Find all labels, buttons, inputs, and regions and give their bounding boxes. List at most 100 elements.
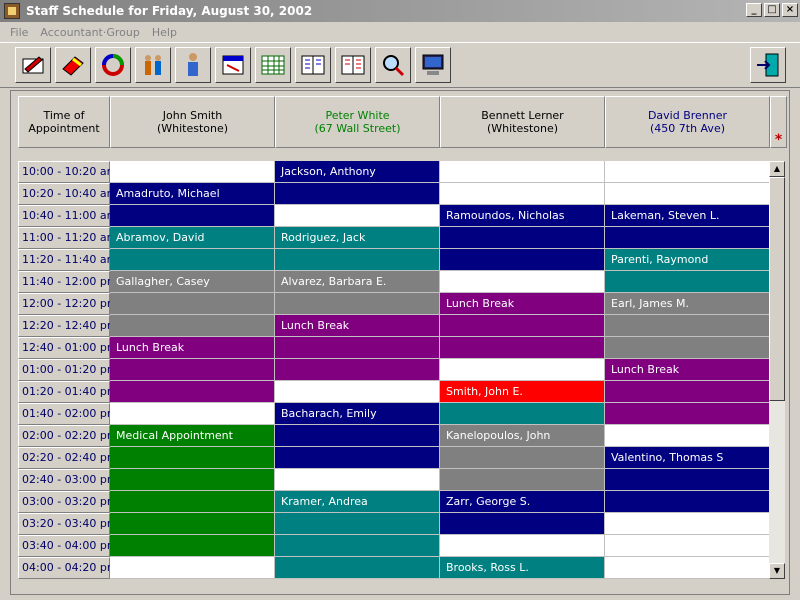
appointment-cell[interactable] (440, 447, 605, 469)
appointment-cell[interactable] (110, 513, 275, 535)
appointment-cell[interactable]: Smith, John E. (440, 381, 605, 403)
maximize-button[interactable]: □ (764, 3, 780, 17)
calendar-button[interactable] (215, 47, 251, 83)
appointment-cell[interactable]: Jackson, Anthony (275, 161, 440, 183)
appointment-cell[interactable] (440, 337, 605, 359)
scroll-down-icon[interactable]: ▼ (769, 563, 785, 579)
appointment-cell[interactable]: Zarr, George S. (440, 491, 605, 513)
appointment-cell[interactable]: Medical Appointment (110, 425, 275, 447)
header-staff-4[interactable]: David Brenner (450 7th Ave) (605, 96, 770, 148)
appointment-cell[interactable]: Gallagher, Casey (110, 271, 275, 293)
appointment-cell[interactable] (440, 227, 605, 249)
appointment-cell[interactable] (605, 381, 770, 403)
appointment-cell[interactable] (275, 381, 440, 403)
appointment-cell[interactable] (440, 403, 605, 425)
appointment-cell[interactable] (440, 183, 605, 205)
book-button[interactable] (295, 47, 331, 83)
appointment-cell[interactable] (275, 513, 440, 535)
appointment-cell[interactable] (605, 535, 770, 557)
appointment-cell[interactable] (275, 293, 440, 315)
address-book-button[interactable] (335, 47, 371, 83)
appointment-cell[interactable] (440, 469, 605, 491)
group-people-button[interactable] (135, 47, 171, 83)
vertical-scrollbar[interactable]: ▲ ▼ (769, 161, 785, 579)
scroll-thumb[interactable] (769, 177, 785, 401)
appointment-cell[interactable] (275, 249, 440, 271)
appointment-cell[interactable]: Kramer, Andrea (275, 491, 440, 513)
appointment-cell[interactable]: Amadruto, Michael (110, 183, 275, 205)
appointment-cell[interactable] (605, 183, 770, 205)
appointment-cell[interactable]: Brooks, Ross L. (440, 557, 605, 579)
close-button[interactable]: × (782, 3, 798, 17)
appointment-cell[interactable]: Ramoundos, Nicholas (440, 205, 605, 227)
scroll-up-icon[interactable]: ▲ (769, 161, 785, 177)
header-staff-3[interactable]: Bennett Lerner (Whitestone) (440, 96, 605, 148)
appointment-cell[interactable]: Abramov, David (110, 227, 275, 249)
header-staff-1[interactable]: John Smith (Whitestone) (110, 96, 275, 148)
minimize-button[interactable]: _ (746, 3, 762, 17)
appointment-cell[interactable] (605, 403, 770, 425)
appointment-cell[interactable]: Lunch Break (605, 359, 770, 381)
menu-help[interactable]: Help (146, 26, 183, 39)
appointment-cell[interactable] (605, 337, 770, 359)
appointment-cell[interactable] (275, 447, 440, 469)
appointment-cell[interactable] (440, 271, 605, 293)
appointment-cell[interactable] (605, 491, 770, 513)
appointment-cell[interactable]: Valentino, Thomas S (605, 447, 770, 469)
appointment-cell[interactable] (605, 315, 770, 337)
appointment-cell[interactable] (110, 491, 275, 513)
appointment-cell[interactable] (275, 337, 440, 359)
appointment-cell[interactable]: Lunch Break (275, 315, 440, 337)
appointment-cell[interactable] (110, 293, 275, 315)
menu-accountant-group[interactable]: Accountant·Group (34, 26, 145, 39)
appointment-cell[interactable] (605, 227, 770, 249)
appointment-cell[interactable] (275, 557, 440, 579)
appointment-cell[interactable]: Kanelopoulos, John (440, 425, 605, 447)
person-button[interactable] (175, 47, 211, 83)
appointment-cell[interactable] (275, 425, 440, 447)
appointment-cell[interactable] (110, 315, 275, 337)
appointment-cell[interactable] (440, 315, 605, 337)
appointment-cell[interactable] (275, 535, 440, 557)
appointment-cell[interactable] (440, 249, 605, 271)
appointment-cell[interactable] (110, 381, 275, 403)
appointment-cell[interactable] (440, 513, 605, 535)
appointment-cell[interactable]: Earl, James M. (605, 293, 770, 315)
appointment-cell[interactable] (275, 183, 440, 205)
appointment-cell[interactable] (440, 161, 605, 183)
appointment-cell[interactable]: Lunch Break (110, 337, 275, 359)
appointment-cell[interactable]: Alvarez, Barbara E. (275, 271, 440, 293)
appointment-cell[interactable] (605, 161, 770, 183)
appointment-cell[interactable] (110, 359, 275, 381)
appointment-cell[interactable] (110, 403, 275, 425)
computer-button[interactable] (415, 47, 451, 83)
appointment-cell[interactable]: Lakeman, Steven L. (605, 205, 770, 227)
appointment-cell[interactable] (605, 271, 770, 293)
exit-button[interactable] (750, 47, 786, 83)
appointment-cell[interactable]: Rodriguez, Jack (275, 227, 440, 249)
appointment-cell[interactable] (110, 161, 275, 183)
appointment-cell[interactable] (110, 205, 275, 227)
appointment-cell[interactable] (275, 469, 440, 491)
spreadsheet-button[interactable] (255, 47, 291, 83)
search-button[interactable] (375, 47, 411, 83)
appointment-cell[interactable] (110, 469, 275, 491)
appointment-cell[interactable]: Parenti, Raymond (605, 249, 770, 271)
appointment-cell[interactable] (110, 249, 275, 271)
appointment-cell[interactable] (110, 447, 275, 469)
appointment-cell[interactable]: Bacharach, Emily (275, 403, 440, 425)
appointment-cell[interactable] (110, 557, 275, 579)
edit-schedule-button[interactable] (15, 47, 51, 83)
refresh-button[interactable] (95, 47, 131, 83)
appointment-cell[interactable] (605, 425, 770, 447)
appointment-cell[interactable] (110, 535, 275, 557)
menu-file[interactable]: File (4, 26, 34, 39)
appointment-cell[interactable] (275, 359, 440, 381)
appointment-cell[interactable] (605, 469, 770, 491)
appointment-cell[interactable] (275, 205, 440, 227)
header-staff-2[interactable]: Peter White (67 Wall Street) (275, 96, 440, 148)
appointment-cell[interactable] (605, 513, 770, 535)
appointment-cell[interactable] (440, 359, 605, 381)
appointment-cell[interactable] (605, 557, 770, 579)
eraser-button[interactable] (55, 47, 91, 83)
